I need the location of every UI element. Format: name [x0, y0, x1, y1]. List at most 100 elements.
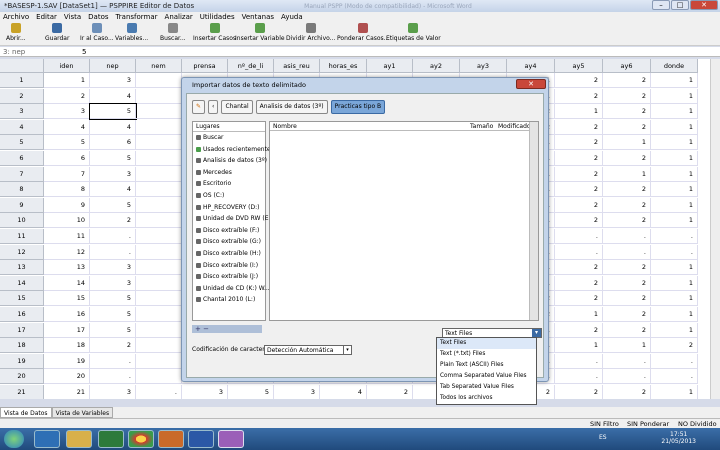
grid-cell[interactable] [136, 307, 182, 322]
grid-cell[interactable]: 2 [603, 291, 651, 307]
grid-cell[interactable]: 1 [651, 385, 698, 399]
row-header[interactable]: 12 [0, 244, 44, 260]
grid-cell[interactable]: 9 [44, 197, 90, 213]
grid-cell[interactable] [136, 291, 182, 307]
row-header[interactable]: 3 [0, 104, 44, 120]
grid-cell[interactable]: 2 [367, 385, 413, 399]
grid-cell[interactable] [136, 104, 182, 120]
grid-cell[interactable]: . [90, 229, 136, 244]
grid-cell[interactable]: 2 [555, 151, 603, 166]
place-item[interactable]: Mercedes [196, 169, 232, 176]
grid-cell[interactable]: 4 [90, 182, 136, 198]
grid-cell[interactable] [136, 275, 182, 291]
grid-cell[interactable]: 1 [44, 73, 90, 88]
grid-cell[interactable]: 3 [90, 275, 136, 291]
remove-icon[interactable]: − [203, 325, 209, 333]
start-button-icon[interactable] [4, 430, 24, 448]
grid-cell[interactable]: 2 [603, 151, 651, 166]
path-scroll-left[interactable]: ‹ [208, 100, 219, 114]
edit-path-button[interactable]: ✎ [192, 100, 206, 114]
grid-cell[interactable]: 1 [651, 275, 698, 291]
grid-cell[interactable]: 2 [555, 135, 603, 151]
grid-cell[interactable]: 1 [603, 338, 651, 354]
menu-item-utilidades[interactable]: Utilidades [200, 13, 235, 21]
internet-explorer-icon[interactable] [34, 430, 60, 448]
toolbar-button-7[interactable]: Dividir Archivo... [286, 23, 335, 42]
grid-cell[interactable]: 21 [44, 385, 90, 399]
grid-cell[interactable]: 2 [555, 322, 603, 338]
grid-cell[interactable]: 19 [44, 353, 90, 369]
row-header[interactable]: 11 [0, 229, 44, 244]
file-explorer-icon[interactable] [66, 430, 92, 448]
column-header[interactable]: horas_es [320, 59, 367, 73]
grid-cell[interactable]: 1 [603, 166, 651, 182]
row-header[interactable]: 4 [0, 119, 44, 135]
grid-cell[interactable]: . [136, 385, 182, 399]
grid-cell[interactable]: 2 [555, 197, 603, 213]
grid-cell[interactable]: 4 [90, 119, 136, 135]
row-header[interactable]: 8 [0, 182, 44, 198]
place-item[interactable]: OS (C:) [196, 192, 224, 199]
grid-cell[interactable]: . [603, 229, 651, 244]
grid-cell[interactable]: 8 [44, 182, 90, 198]
media-player-icon[interactable] [98, 430, 124, 448]
place-item[interactable]: Buscar [196, 134, 224, 141]
column-header[interactable]: iden [44, 59, 90, 73]
grid-cell[interactable]: 2 [90, 213, 136, 229]
encoding-select[interactable]: Detección Automática ▾ [264, 345, 352, 355]
row-header[interactable]: 1 [0, 73, 44, 88]
column-header[interactable]: nep [90, 59, 136, 73]
path-segment-practicas[interactable]: Practicas tipo B [330, 100, 386, 114]
row-header[interactable]: 15 [0, 291, 44, 307]
grid-cell[interactable]: 20 [44, 369, 90, 385]
place-item[interactable]: Unidad de DVD RW (E:) [196, 215, 273, 222]
filter-option[interactable]: Plain Text (ASCII) Files [437, 360, 536, 371]
toolbar-button-6[interactable]: Insertar Variable [235, 23, 285, 42]
row-header[interactable]: 6 [0, 151, 44, 166]
grid-cell[interactable]: 2 [555, 385, 603, 399]
column-header[interactable]: nº_de_li [228, 59, 274, 73]
place-item[interactable]: Disco extraíble (I:) [196, 262, 258, 269]
chevron-down-icon[interactable]: ▾ [532, 329, 541, 337]
grid-cell[interactable]: 5 [228, 385, 274, 399]
path-segment-chantal[interactable]: Chantal [221, 100, 253, 114]
toolbar-button-0[interactable]: Abrir... [6, 23, 26, 42]
grid-cell[interactable]: 2 [603, 260, 651, 276]
grid-cell[interactable]: 1 [555, 307, 603, 322]
grid-cell[interactable]: 2 [603, 213, 651, 229]
grid-cell[interactable]: . [90, 244, 136, 260]
grid-cell[interactable]: 2 [555, 291, 603, 307]
grid-cell[interactable]: 5 [44, 135, 90, 151]
menu-item-archivo[interactable]: Archivo [3, 13, 29, 21]
word-icon[interactable] [188, 430, 214, 448]
row-header[interactable]: 20 [0, 369, 44, 385]
grid-cell[interactable]: 6 [90, 135, 136, 151]
grid-cell[interactable]: 5 [90, 151, 136, 166]
toolbar-button-9[interactable]: Etiquetas de Valor [386, 23, 441, 42]
grid-cell[interactable]: 1 [555, 338, 603, 354]
row-header[interactable]: 16 [0, 307, 44, 322]
grid-cell[interactable]: 7 [44, 166, 90, 182]
grid-cell[interactable]: . [555, 369, 603, 385]
grid-cell[interactable]: 1 [555, 104, 603, 120]
grid-cell[interactable]: 2 [555, 213, 603, 229]
grid-cell[interactable]: . [651, 229, 698, 244]
grid-cell[interactable]: . [555, 229, 603, 244]
place-item[interactable]: Unidad de CD (K:) W... [196, 285, 270, 292]
grid-cell[interactable] [136, 353, 182, 369]
toolbar-button-3[interactable]: Variables... [115, 23, 148, 42]
column-size-header[interactable]: Tamaño [470, 123, 493, 130]
grid-cell[interactable] [136, 229, 182, 244]
close-button[interactable]: ✕ [690, 0, 718, 10]
grid-cell[interactable]: 11 [44, 229, 90, 244]
grid-cell[interactable]: 3 [90, 260, 136, 276]
grid-cell[interactable]: . [651, 353, 698, 369]
grid-cell[interactable] [136, 166, 182, 182]
grid-cell[interactable] [136, 338, 182, 354]
row-header[interactable]: 14 [0, 275, 44, 291]
tab-variable-view[interactable]: Vista de Variables [51, 407, 114, 418]
grid-cell[interactable]: 13 [44, 260, 90, 276]
grid-cell[interactable] [136, 244, 182, 260]
toolbar-button-2[interactable]: Ir al Caso... [80, 23, 114, 42]
maximize-button[interactable]: □ [671, 0, 689, 10]
